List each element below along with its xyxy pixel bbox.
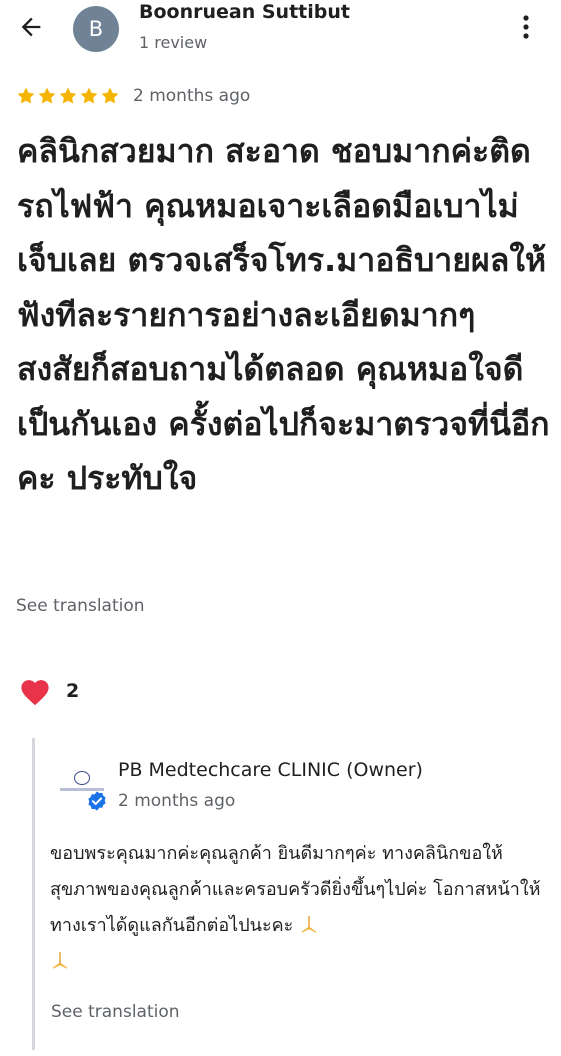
star-rating: [16, 86, 120, 106]
author-name[interactable]: Boonruean Suttibut: [139, 1, 350, 23]
owner-see-translation-link[interactable]: See translation: [51, 1002, 180, 1022]
star-icon: [80, 87, 98, 104]
back-button[interactable]: [14, 10, 48, 44]
like-reaction-button[interactable]: 2: [18, 676, 79, 706]
owner-reply-body: ขอบพระคุณมากค่ะคุณลูกค้า ยินดีมากๆค่ะ ทา…: [50, 843, 541, 936]
reaction-count: 2: [66, 680, 80, 702]
reply-divider: [32, 738, 35, 1050]
folded-hands-icon: [301, 916, 317, 933]
avatar[interactable]: B: [73, 6, 119, 52]
arrow-left-icon: [21, 17, 41, 37]
owner-reply-date: 2 months ago: [118, 791, 236, 811]
more-vert-icon: [523, 15, 529, 39]
review-text: คลินิกสวยมาก สะอาด ชอบมากค่ะติดรถไฟฟ้า ค…: [17, 132, 550, 497]
review-date: 2 months ago: [133, 86, 251, 106]
owner-reply-text: ขอบพระคุณมากค่ะคุณลูกค้า ยินดีมากๆค่ะ ทา…: [50, 836, 550, 980]
star-icon: [101, 87, 119, 104]
see-translation-link[interactable]: See translation: [16, 596, 145, 616]
more-options-button[interactable]: [512, 10, 540, 44]
star-icon: [38, 87, 56, 104]
star-icon: [17, 87, 35, 104]
folded-hands-icon: [52, 952, 68, 969]
owner-name[interactable]: PB Medtechcare CLINIC (Owner): [118, 759, 423, 781]
star-icon: [59, 87, 77, 104]
author-review-count: 1 review: [139, 33, 208, 52]
avatar-letter: B: [88, 17, 104, 41]
heart-icon: [21, 680, 49, 706]
verified-badge-icon: [88, 791, 106, 811]
